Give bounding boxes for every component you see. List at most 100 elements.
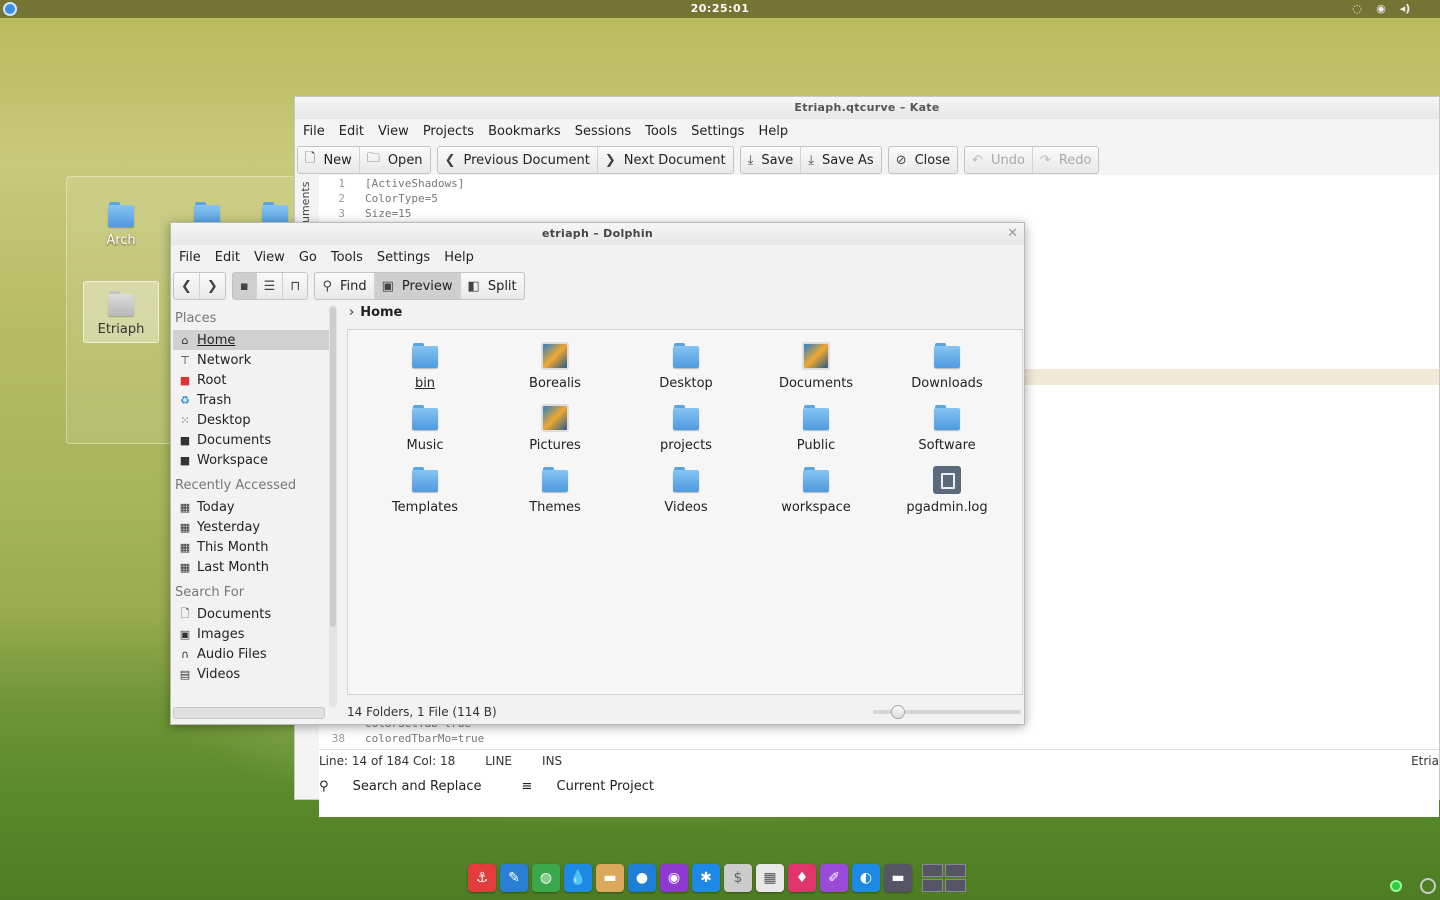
kde-icon[interactable]: ✱: [692, 864, 720, 892]
places-scrollbar[interactable]: [329, 305, 337, 707]
places-horizontal-scrollbar[interactable]: [173, 707, 325, 719]
details-view-button[interactable]: ☰: [257, 273, 284, 299]
zoom-slider[interactable]: [873, 705, 1021, 719]
close-button[interactable]: ⊘ Close: [889, 147, 957, 173]
file-item-templates[interactable]: Templates: [370, 466, 480, 515]
split-button[interactable]: ◧ Split: [461, 273, 524, 299]
selection-mode[interactable]: LINE: [485, 754, 512, 768]
file-item-desktop[interactable]: Desktop: [631, 342, 741, 391]
file-manager-icon[interactable]: ▬: [596, 864, 624, 892]
places-item-documents[interactable]: ■ Documents: [173, 430, 329, 450]
dollar-icon[interactable]: $: [724, 864, 752, 892]
icons-view-button[interactable]: ▪: [232, 273, 257, 299]
places-item-search-documents[interactable]: 🗋 Documents: [173, 604, 329, 624]
places-item-yesterday[interactable]: ▦ Yesterday: [173, 517, 329, 537]
menu-go[interactable]: Go: [299, 250, 317, 265]
next-document-button[interactable]: ❯ Next Document: [598, 147, 733, 173]
find-button[interactable]: ⚲ Find: [315, 273, 375, 299]
pager-icon[interactable]: [922, 864, 966, 892]
close-icon[interactable]: ✕: [1007, 226, 1018, 241]
file-item-projects[interactable]: projects: [631, 404, 741, 453]
places-item-network[interactable]: ⊤ Network: [173, 350, 329, 370]
menu-projects[interactable]: Projects: [423, 124, 474, 139]
file-item-pictures[interactable]: Pictures: [500, 404, 610, 453]
search-replace-tab[interactable]: ⚲ Search and Replace: [319, 779, 501, 794]
previous-document-button[interactable]: ❮ Previous Document: [438, 147, 598, 173]
settings-icon[interactable]: [1420, 878, 1436, 894]
zoom-slider-handle[interactable]: [891, 705, 905, 719]
droplet-icon[interactable]: 💧: [564, 864, 592, 892]
file-item-videos[interactable]: Videos: [631, 466, 741, 515]
places-item-today[interactable]: ▦ Today: [173, 497, 329, 517]
file-item-music[interactable]: Music: [370, 404, 480, 453]
paint-icon[interactable]: ✐: [820, 864, 848, 892]
media-icon[interactable]: ◉: [660, 864, 688, 892]
status-indicator-icon[interactable]: [1390, 880, 1402, 892]
places-item-videos[interactable]: ▤ Videos: [173, 664, 329, 684]
window-title[interactable]: etriaph – Dolphin: [171, 223, 1024, 245]
desktop-item-arch[interactable]: Arch: [83, 201, 159, 248]
save-as-button[interactable]: ⤓ Save As: [801, 147, 880, 173]
file-item-borealis[interactable]: Borealis: [500, 342, 610, 391]
breadcrumb[interactable]: › Home: [349, 305, 402, 320]
file-item-downloads[interactable]: Downloads: [892, 342, 1002, 391]
places-item-desktop[interactable]: ⁙ Desktop: [173, 410, 329, 430]
menu-help[interactable]: Help: [758, 124, 788, 139]
drops-icon[interactable]: ♦: [788, 864, 816, 892]
menu-settings[interactable]: Settings: [691, 124, 744, 139]
window-title[interactable]: Etriaph.qtcurve – Kate: [295, 97, 1439, 119]
file-item-documents[interactable]: Documents: [761, 342, 871, 391]
anchor-icon[interactable]: ⚓: [468, 864, 496, 892]
preview-button[interactable]: ▣ Preview: [374, 273, 461, 299]
file-item-public[interactable]: Public: [761, 404, 871, 453]
places-item-workspace[interactable]: ■ Workspace: [173, 450, 329, 470]
forward-button[interactable]: ❯: [200, 273, 225, 299]
activity-icon[interactable]: ◌: [1350, 2, 1364, 16]
columns-view-button[interactable]: ⊓: [283, 273, 307, 299]
menu-file[interactable]: File: [303, 124, 325, 139]
file-item-bin[interactable]: bin: [370, 342, 480, 391]
menu-tools[interactable]: Tools: [645, 124, 677, 139]
menu-view[interactable]: View: [254, 250, 285, 265]
menu-file[interactable]: File: [179, 250, 201, 265]
clock[interactable]: 20:25:01: [0, 2, 1440, 15]
menu-settings[interactable]: Settings: [377, 250, 430, 265]
menu-view[interactable]: View: [378, 124, 409, 139]
places-item-trash[interactable]: ♻ Trash: [173, 390, 329, 410]
browser-icon[interactable]: ◍: [532, 864, 560, 892]
file-view[interactable]: bin Borealis Desktop Documents Downloads…: [347, 329, 1023, 695]
places-item-images[interactable]: ▣ Images: [173, 624, 329, 644]
network-manager-icon[interactable]: ◐: [852, 864, 880, 892]
file-item-themes[interactable]: Themes: [500, 466, 610, 515]
menu-tools[interactable]: Tools: [331, 250, 363, 265]
editor-icon[interactable]: ✎: [500, 864, 528, 892]
places-item-last-month[interactable]: ▦ Last Month: [173, 557, 329, 577]
places-item-audio-files[interactable]: ∩ Audio Files: [173, 644, 329, 664]
dolphin-window: etriaph – Dolphin ✕ File Edit View Go To…: [170, 222, 1025, 725]
open-button[interactable]: 🗀 Open: [360, 147, 430, 173]
calculator-icon[interactable]: ▦: [756, 864, 784, 892]
menu-sessions[interactable]: Sessions: [575, 124, 631, 139]
undo-button[interactable]: ↶ Undo: [965, 147, 1033, 173]
redo-button[interactable]: ↷ Redo: [1033, 147, 1099, 173]
file-item-software[interactable]: Software: [892, 404, 1002, 453]
places-item-home[interactable]: ⌂ Home: [173, 330, 329, 350]
chat-icon[interactable]: ●: [628, 864, 656, 892]
menu-edit[interactable]: Edit: [339, 124, 364, 139]
network-icon[interactable]: ◉: [1374, 2, 1388, 16]
places-item-root[interactable]: ■ Root: [173, 370, 329, 390]
toggle-icon[interactable]: ▬: [884, 864, 912, 892]
new-button[interactable]: 🗋 New: [298, 147, 360, 173]
back-button[interactable]: ❮: [174, 273, 200, 299]
current-project-tab[interactable]: ≡ Current Project: [521, 779, 673, 794]
volume-icon[interactable]: ◂): [1398, 2, 1412, 16]
menu-help[interactable]: Help: [444, 250, 474, 265]
desktop-item-etriaph[interactable]: Etriaph: [83, 281, 159, 343]
insert-mode[interactable]: INS: [542, 754, 562, 768]
places-item-this-month[interactable]: ▦ This Month: [173, 537, 329, 557]
menu-bookmarks[interactable]: Bookmarks: [488, 124, 561, 139]
menu-edit[interactable]: Edit: [215, 250, 240, 265]
file-item-workspace[interactable]: workspace: [761, 466, 871, 515]
save-button[interactable]: ⤓ Save: [741, 147, 802, 173]
file-item-pgadmin-log[interactable]: pgadmin.log: [892, 466, 1002, 515]
